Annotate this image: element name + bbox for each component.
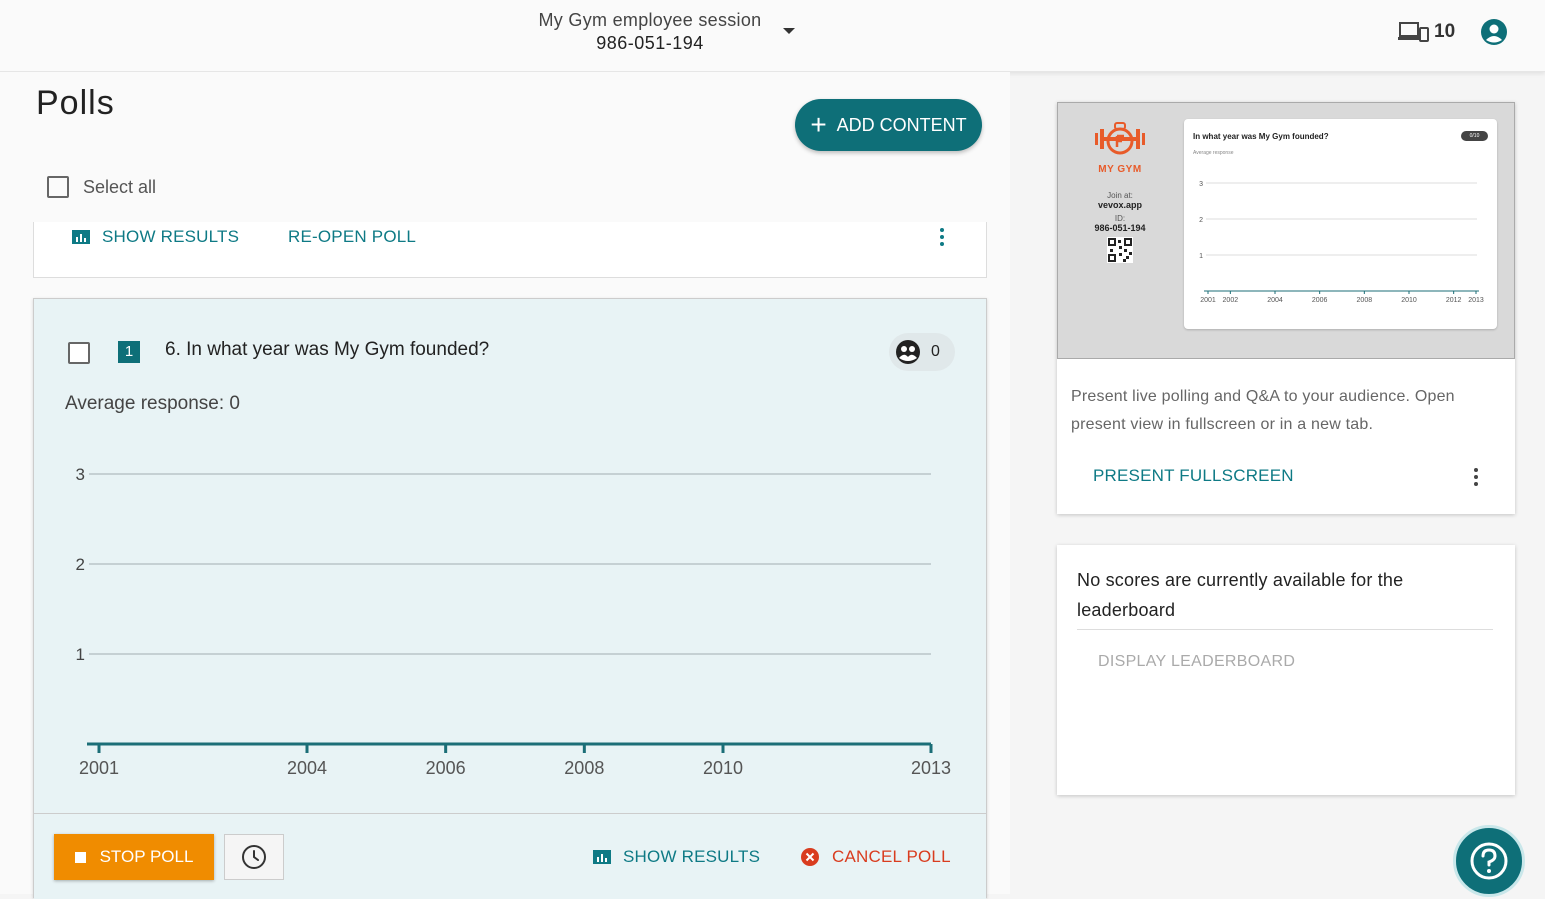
top-bar: My Gym employee session 986-051-194 10 (0, 0, 1545, 72)
main-panel: Polls + ADD CONTENT Select all SHOW RESU… (0, 72, 1010, 899)
response-count: 0 (931, 343, 940, 360)
preview-join-url: vevox.app (1097, 200, 1143, 210)
previous-poll-card: SHOW RESULTS RE-OPEN POLL (33, 222, 987, 278)
x-tick-label: 2013 (911, 758, 951, 778)
session-id: 986-051-194 (596, 33, 704, 53)
reopen-poll-label: RE-OPEN POLL (288, 227, 417, 246)
x-tick-label: 2010 (703, 758, 743, 778)
prev-show-results-label: SHOW RESULTS (102, 227, 240, 246)
add-content-label: ADD CONTENT (836, 114, 967, 135)
preview-chart: 1 2 3 2001 2002 2004 2006 2008 2010 2012 2013 (1199, 181, 1484, 304)
user-icon[interactable] (1481, 19, 1507, 45)
display-leaderboard-button[interactable]: DISPLAY LEADERBOARD (1098, 653, 1295, 671)
preview-x-tick-label: 2008 (1357, 297, 1373, 304)
poll-question: 6. In what year was My Gym founded? (165, 339, 490, 360)
stop-poll-label: STOP POLL (99, 847, 194, 866)
present-preview[interactable]: MY GYM Join at: vevox.app ID: 986-051-19… (1057, 102, 1515, 359)
preview-y-tick-label: 1 (1199, 253, 1203, 260)
present-panel: MY GYM Join at: vevox.app ID: 986-051-19… (1057, 102, 1515, 514)
reopen-poll-button[interactable]: RE-OPEN POLL (288, 227, 416, 247)
preview-chart-card: In what year was My Gym founded? Average… (1184, 119, 1497, 329)
poll-checkbox[interactable] (68, 342, 90, 364)
select-all-label: Select all (83, 176, 157, 197)
bar-chart-icon (593, 850, 611, 864)
x-tick-label: 2008 (564, 758, 604, 778)
x-tick-label: 2004 (287, 758, 327, 778)
show-results-button[interactable]: SHOW RESULTS (593, 847, 760, 867)
poll-number-badge: 1 (118, 341, 140, 363)
more-options-icon[interactable] (1474, 468, 1478, 489)
add-content-button[interactable]: + ADD CONTENT (795, 99, 982, 151)
gym-logo-icon (1095, 122, 1145, 155)
preview-join-at: Join at: (1107, 191, 1133, 200)
present-description: Present live polling and Q&A to your aud… (1071, 388, 1455, 433)
show-results-label: SHOW RESULTS (623, 847, 761, 866)
clock-icon (242, 845, 266, 869)
preview-y-tick-label: 3 (1199, 181, 1203, 188)
qr-code-icon (1107, 237, 1133, 263)
preview-x-tick-label: 2001 (1200, 297, 1216, 304)
preview-brand: MY GYM Join at: vevox.app ID: 986-051-19… (1072, 121, 1168, 268)
preview-brand-name: MY GYM (1098, 164, 1142, 175)
preview-id-label: ID: (1114, 214, 1126, 223)
session-name: My Gym employee session (538, 10, 762, 30)
leaderboard-message: No scores are currently available for th… (1077, 565, 1493, 630)
preview-id-value: 986-051-194 (1094, 223, 1146, 233)
present-fullscreen-button[interactable]: PRESENT FULLSCREEN (1093, 466, 1294, 486)
cancel-icon (801, 848, 819, 866)
help-button[interactable] (1453, 825, 1525, 897)
response-count-badge: 0 (889, 333, 955, 371)
bar-chart-icon (72, 230, 90, 244)
poll-chart: 1 2 3 2001 2004 2006 2008 2010 2013 (76, 465, 951, 778)
x-tick-label: 2006 (426, 758, 466, 778)
help-icon (1470, 842, 1508, 880)
x-tick-label: 2001 (79, 758, 119, 778)
plus-icon: + (810, 109, 827, 140)
page-title: Polls (36, 84, 115, 122)
timer-button[interactable] (224, 834, 284, 880)
preview-x-tick-label: 2004 (1267, 297, 1283, 304)
leaderboard-panel: No scores are currently available for th… (1057, 545, 1515, 795)
participants-icon (896, 340, 920, 364)
cancel-poll-button[interactable]: CANCEL POLL (800, 847, 951, 867)
devices-indicator[interactable]: 10 (1398, 20, 1455, 44)
y-tick-label: 3 (76, 465, 85, 484)
cancel-poll-label: CANCEL POLL (832, 847, 951, 866)
poll-card: 1 6. In what year was My Gym founded? 0 … (33, 298, 987, 899)
preview-x-tick-label: 2010 (1401, 297, 1417, 304)
preview-x-tick-label: 2002 (1223, 297, 1239, 304)
devices-icon (1398, 22, 1429, 42)
chevron-down-icon[interactable] (783, 28, 795, 34)
poll-footer: STOP POLL SHOW RESULTS CANCEL POLL (34, 813, 986, 899)
preview-y-tick-label: 2 (1199, 217, 1203, 224)
select-all-checkbox[interactable] (47, 176, 69, 198)
select-all[interactable]: Select all (47, 176, 156, 198)
prev-show-results-button[interactable]: SHOW RESULTS (72, 227, 239, 247)
y-tick-label: 2 (76, 555, 85, 574)
preview-x-tick-label: 2012 (1446, 297, 1462, 304)
average-response: Average response: 0 (65, 393, 240, 414)
preview-x-tick-label: 2013 (1468, 297, 1484, 304)
devices-count: 10 (1434, 21, 1456, 42)
more-options-icon[interactable] (940, 228, 944, 249)
stop-poll-button[interactable]: STOP POLL (54, 834, 214, 880)
y-tick-label: 1 (76, 645, 85, 664)
session-selector[interactable]: My Gym employee session 986-051-194 (530, 10, 770, 54)
preview-x-tick-label: 2006 (1312, 297, 1328, 304)
stop-icon (74, 851, 86, 863)
